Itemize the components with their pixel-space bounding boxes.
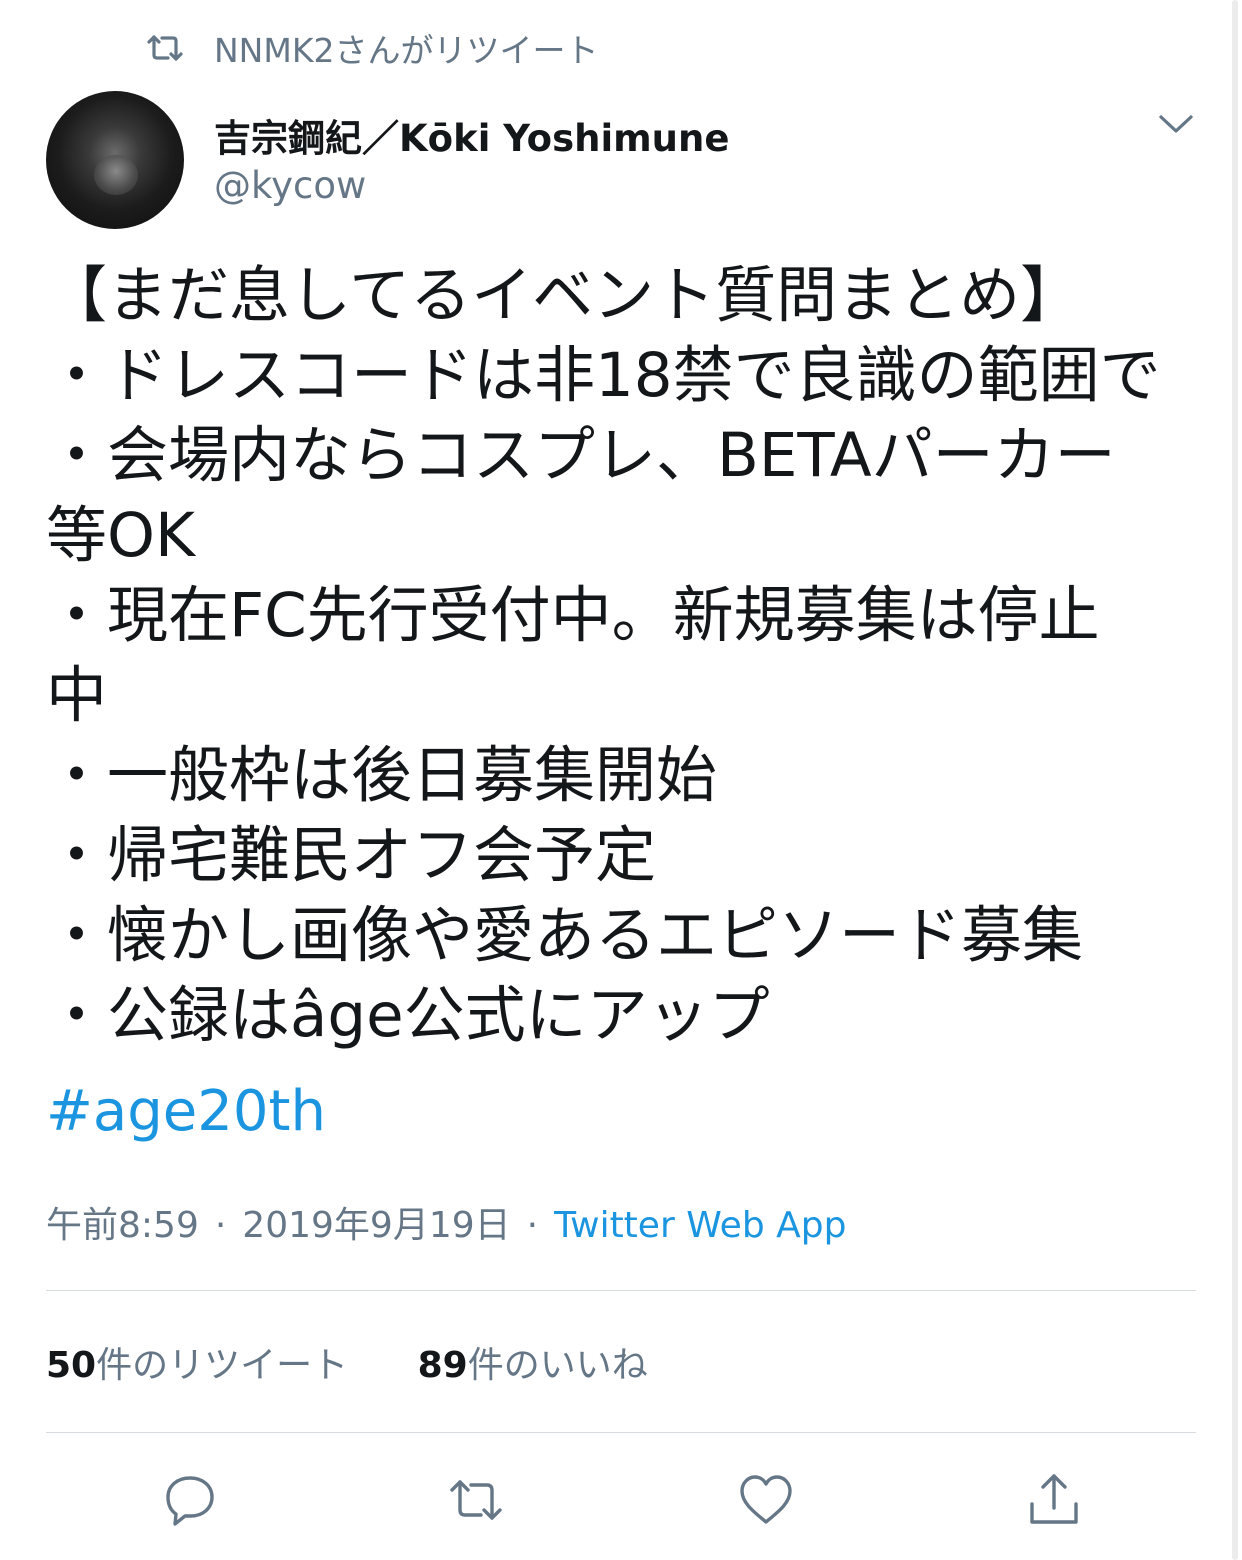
tweet-line: ・帰宅難民オフ会予定 <box>46 820 657 891</box>
retweet-context[interactable]: NNMK2さんがリツイート <box>146 26 598 70</box>
tweet-line: 等OK <box>46 500 196 571</box>
share-icon[interactable] <box>1024 1470 1084 1530</box>
divider <box>46 1290 1196 1291</box>
tweet-line: ・会場内ならコスプレ、BETAパーカー <box>46 420 1116 491</box>
hashtag-link[interactable]: #age20th <box>46 1072 326 1152</box>
tweet-line: ・公録はâge公式にアップ <box>46 980 770 1051</box>
user-handle[interactable]: @kycow <box>214 164 366 207</box>
avatar[interactable] <box>46 91 184 229</box>
tweet-time: 午前8:59 <box>46 1205 199 1246</box>
tweet-line: 【まだ息してるイベント質問まとめ】 <box>46 260 1082 331</box>
tweet-stats: 50件のリツイート 89件のいいね <box>46 1336 648 1388</box>
display-name[interactable]: 吉宗鋼紀／Kōki Yoshimune <box>214 108 729 162</box>
like-icon[interactable] <box>736 1470 796 1530</box>
meta-separator: · <box>214 1205 227 1246</box>
divider <box>46 1432 1196 1433</box>
likes-label: 件のいいね <box>467 1345 648 1386</box>
tweet-line: ・現在FC先行受付中。新規募集は停止 <box>46 580 1100 651</box>
likes-count: 89 <box>417 1345 468 1386</box>
likes-stat[interactable]: 89件のいいね <box>418 1345 648 1386</box>
tweet-line: 中 <box>46 660 108 731</box>
tweet-source[interactable]: Twitter Web App <box>554 1205 846 1246</box>
scrollbar[interactable] <box>1232 0 1238 1560</box>
tweet-line: ・ドレスコードは非18禁で良識の範囲で <box>46 340 1161 411</box>
retweets-label: 件のリツイート <box>96 1345 349 1386</box>
tweet-text: 【まだ息してるイベント質問まとめ】 ・ドレスコードは非18禁で良識の範囲で ・会… <box>46 256 1206 1056</box>
meta-separator: · <box>526 1205 539 1246</box>
retweet-icon <box>147 35 183 61</box>
retweets-stat[interactable]: 50件のリツイート <box>46 1345 348 1386</box>
retweet-icon[interactable] <box>446 1470 506 1530</box>
tweet-line: ・一般枠は後日募集開始 <box>46 740 718 811</box>
tweet-line: ・懐かし画像や愛あるエピソード募集 <box>46 900 1084 971</box>
tweet-date[interactable]: 2019年9月19日 <box>242 1205 510 1246</box>
reply-icon[interactable] <box>160 1470 220 1530</box>
retweet-context-text: NNMK2さんがリツイート <box>214 31 599 70</box>
chevron-down-icon[interactable] <box>1158 112 1194 136</box>
retweets-count: 50 <box>46 1345 97 1386</box>
avatar-face <box>94 155 138 195</box>
tweet-meta: 午前8:59 · 2019年9月19日 · Twitter Web App <box>46 1196 846 1248</box>
